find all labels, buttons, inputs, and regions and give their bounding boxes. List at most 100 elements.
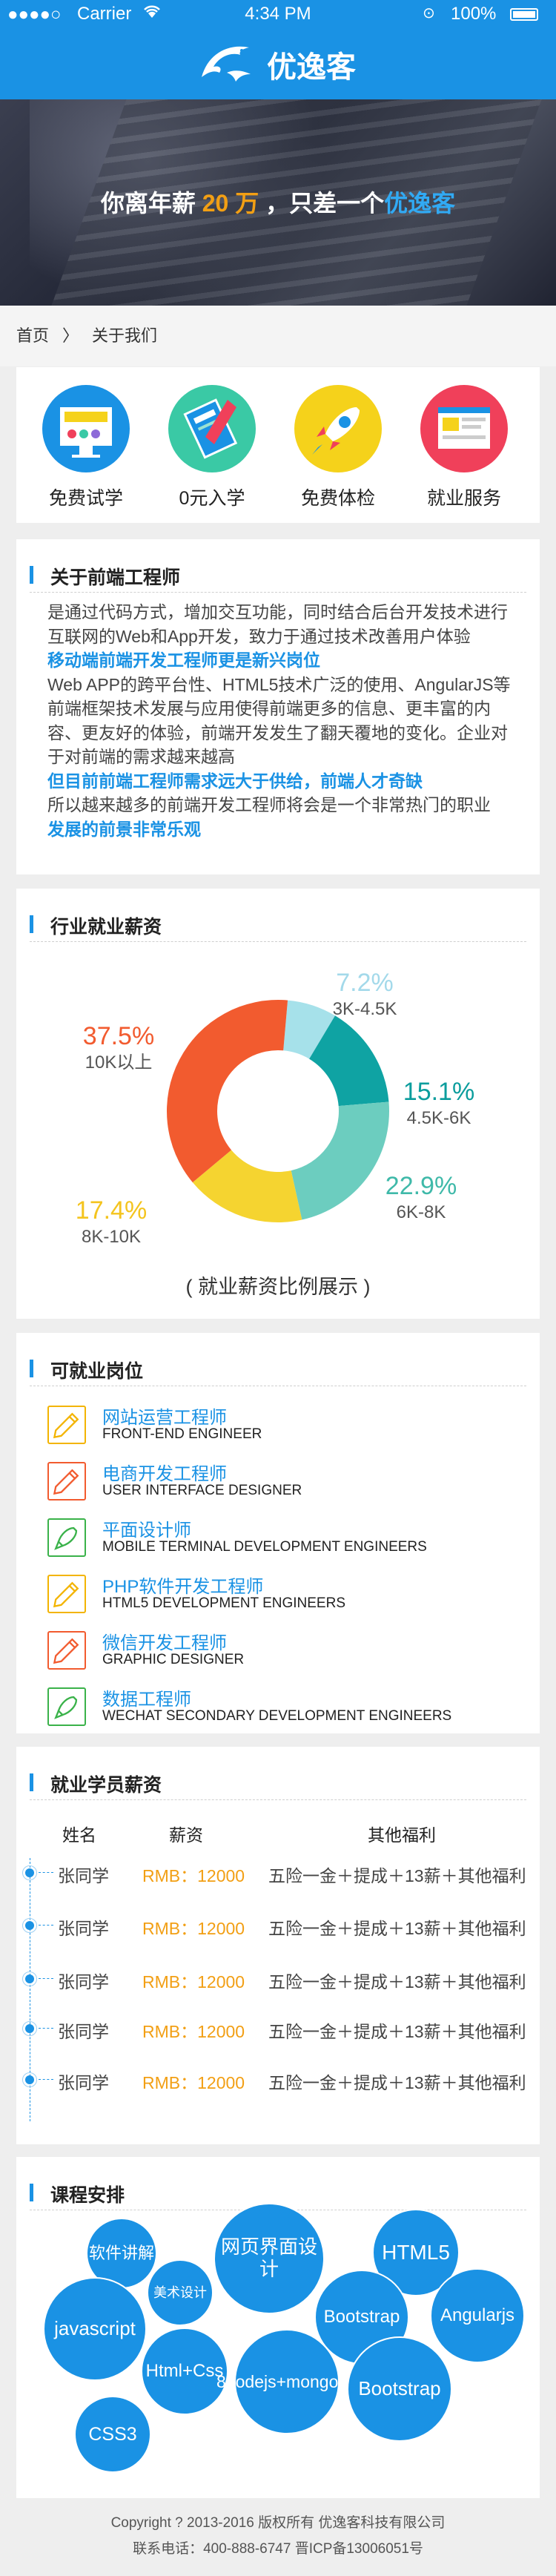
column-header-benefits: 其他福利: [368, 1825, 436, 1845]
app-header: 优逸客: [0, 28, 556, 99]
breadcrumb-home-link[interactable]: 首页: [16, 326, 49, 345]
slice-percent-label: 22.9%: [385, 1172, 457, 1200]
student-name: 张同学: [58, 2073, 109, 2092]
job-title: 微信开发工程师: [102, 1633, 227, 1653]
header-accent-bar: [30, 1773, 33, 1791]
slice-category-label: 6K-8K: [397, 1202, 446, 1222]
slice-category-label: 4.5K-6K: [407, 1108, 471, 1128]
about-highlight: 但目前前端工程师需求远大于供给，前端人才奇缺: [47, 771, 423, 791]
course-bubble[interactable]: Bootstrap: [347, 2336, 452, 2442]
about-paragraph: 是通过代码方式，增加交互功能，同时结合后台开发技术进行互联网的Web和App开发…: [47, 602, 508, 646]
job-subtitle: WECHAT SECONDARY DEVELOPMENT ENGINEERS: [102, 1708, 452, 1724]
course-bubble[interactable]: 网页界面设计: [214, 2203, 325, 2314]
table-row: 张同学 RMB：12000 五险一金＋提成＋13薪＋其他福利: [16, 2017, 540, 2041]
feature-job-service[interactable]: 就业服务: [412, 385, 516, 510]
copyright-text: Copyright ? 2013-2016 版权所有 优逸客科技有限公司: [110, 2515, 446, 2531]
book-icon: [168, 385, 256, 472]
section-header: 可就业岗位: [30, 1357, 526, 1386]
jobs-card: 可就业岗位 网站运营工程师 FRONT-END ENGINEER 电商开发工程师 US…: [16, 1333, 540, 1733]
hero-banner: 你离年薪 20 万 ，只差一个优逸客: [0, 99, 556, 306]
student-benefits: 五险一金＋提成＋13薪＋其他福利: [268, 1866, 526, 1885]
slice-category-label: 3K-4.5K: [333, 999, 397, 1019]
timeline-dot: [22, 2021, 37, 2036]
student-name: 张同学: [58, 2022, 109, 2041]
row-connector: [39, 1978, 53, 1979]
row-connector: [39, 2028, 53, 2029]
student-benefits: 五险一金＋提成＋13薪＋其他福利: [268, 2073, 526, 2092]
breadcrumb-separator: 〉: [62, 326, 79, 345]
status-bar: ●●●●○ Carrier 4:34 PM ⊙ 100%: [0, 0, 556, 28]
student-name: 张同学: [58, 1919, 109, 1938]
webpage-icon: [420, 385, 508, 472]
column-header-salary: 薪资: [169, 1825, 203, 1845]
about-text: 是通过代码方式，增加交互功能，同时结合后台开发技术进行互联网的Web和App开发…: [47, 600, 523, 841]
contact-text: 联系电话：400-888-6747 晋ICP备13006051号: [133, 2541, 423, 2557]
job-title: 数据工程师: [102, 1690, 191, 1710]
table-row: 张同学 RMB：12000 五险一金＋提成＋13薪＋其他福利: [16, 1968, 540, 1992]
banner-text: ，只差一个: [265, 190, 385, 217]
dolphin-logo-icon: [202, 46, 251, 82]
student-salary: RMB：12000: [142, 2073, 245, 2092]
student-benefits: 五险一金＋提成＋13薪＋其他福利: [268, 1919, 526, 1938]
timeline-dot: [22, 2072, 37, 2087]
feature-zero-fee[interactable]: 0元入学: [160, 385, 264, 510]
job-subtitle: MOBILE TERMINAL DEVELOPMENT ENGINEERS: [102, 1539, 427, 1555]
section-title: 就业学员薪资: [50, 1775, 162, 1796]
slice-percent-label: 7.2%: [336, 969, 394, 997]
timeline-dot: [22, 1918, 37, 1933]
pencil-icon: [47, 1406, 86, 1444]
slice-percent-label: 17.4%: [76, 1196, 147, 1225]
feature-label: 免费试学: [48, 488, 123, 509]
battery-percent: 100%: [451, 4, 497, 24]
breadcrumb: 首页〉关于我们: [0, 306, 556, 366]
student-salary: RMB：12000: [142, 1919, 245, 1938]
about-paragraph: Web APP的跨平台性、HTML5技术广泛的使用、AngularJS等前端框架…: [47, 674, 511, 767]
rocket-icon: [47, 1518, 86, 1557]
feature-free-checkup[interactable]: 免费体检: [286, 385, 390, 510]
course-bubble[interactable]: CSS3: [74, 2396, 151, 2473]
monitor-icon: [42, 385, 130, 472]
slice-percent-label: 37.5%: [83, 1022, 154, 1050]
section-title: 关于前端工程师: [50, 567, 181, 588]
row-connector: [39, 1872, 53, 1873]
course-bubble[interactable]: 8nodejs+mongodb: [216, 2329, 357, 2434]
section-header: 关于前端工程师: [30, 563, 526, 593]
student-salary: RMB：12000: [142, 2022, 245, 2041]
donut-slice: [291, 1101, 389, 1220]
feature-free-trial[interactable]: 免费试学: [34, 385, 138, 510]
student-benefits: 五险一金＋提成＋13薪＋其他福利: [268, 1972, 526, 1992]
section-header: 就业学员薪资: [30, 1770, 526, 1800]
row-connector: [39, 1925, 53, 1926]
job-subtitle: GRAPHIC DESIGNER: [102, 1652, 245, 1667]
feature-label: 0元入学: [179, 488, 245, 509]
table-row: 张同学 RMB：12000 五险一金＋提成＋13薪＋其他福利: [16, 1862, 540, 1885]
job-title: 网站运营工程师: [102, 1408, 227, 1428]
course-bubble[interactable]: 美术设计: [147, 2259, 214, 2326]
course-bubble[interactable]: Angularjs: [430, 2268, 525, 2363]
pen-icon: [47, 1462, 86, 1501]
header-accent-bar: [30, 566, 33, 584]
app-title: 优逸客: [267, 51, 356, 84]
table-row: 张同学 RMB：12000 五险一金＋提成＋13薪＋其他福利: [16, 1914, 540, 1938]
about-card: 关于前端工程师 是通过代码方式，增加交互功能，同时结合后台开发技术进行互联网的W…: [16, 539, 540, 874]
job-subtitle: HTML5 DEVELOPMENT ENGINEERS: [102, 1595, 346, 1611]
section-title: 可就业岗位: [50, 1361, 144, 1382]
course-bubble[interactable]: Html+Css: [141, 2328, 228, 2415]
slice-percent-label: 15.1%: [403, 1078, 474, 1106]
battery-icon: [510, 8, 538, 21]
banner-text: 你离年薪: [100, 190, 196, 217]
column-header-name: 姓名: [62, 1825, 96, 1845]
footer: Copyright ? 2013-2016 版权所有 优逸客科技有限公司 联系电…: [0, 2501, 556, 2576]
student-salary: RMB：12000: [142, 1866, 245, 1885]
job-subtitle: FRONT-END ENGINEER: [102, 1426, 262, 1442]
course-bubble[interactable]: javascript: [43, 2277, 147, 2381]
about-highlight: 移动端前端开发工程师更是新兴岗位: [47, 650, 320, 670]
courses-card: 课程安排 软件讲解 网页界面设计 HTML5 美术设计 javascript Bootst…: [16, 2157, 540, 2498]
timeline-dot: [22, 1865, 37, 1880]
orientation-lock-icon: ⊙: [423, 5, 435, 22]
header-accent-bar: [30, 1360, 33, 1377]
features-card: 免费试学 0元入学 免费体检 就业服务: [16, 367, 540, 523]
student-benefits: 五险一金＋提成＋13薪＋其他福利: [268, 2022, 526, 2041]
job-subtitle: USER INTERFACE DESIGNER: [102, 1483, 302, 1498]
row-connector: [39, 2079, 53, 2080]
